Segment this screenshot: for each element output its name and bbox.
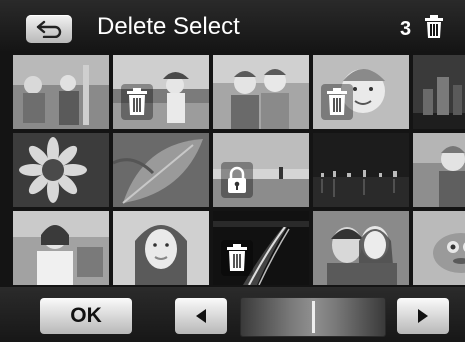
selected-count: 3 [400, 18, 412, 40]
photo-thumbnail[interactable] [13, 133, 109, 207]
thumbnail-grid [13, 55, 465, 285]
trash-icon [121, 84, 153, 120]
photo-image [113, 211, 209, 285]
photo-image [313, 211, 409, 285]
photo-image [413, 211, 465, 285]
next-page-button[interactable] [397, 298, 449, 334]
photo-thumbnail[interactable] [313, 133, 409, 207]
left-arrow-icon [196, 309, 206, 323]
trash-icon [321, 84, 353, 120]
photo-thumbnail[interactable] [413, 55, 465, 129]
photo-image [413, 55, 465, 129]
photo-image [313, 133, 409, 207]
photo-thumbnail[interactable] [13, 55, 109, 129]
photo-image [113, 133, 209, 207]
photo-thumbnail[interactable] [413, 211, 465, 285]
delete-select-screen: Delete Select 3 OK [0, 0, 465, 342]
photo-thumbnail[interactable] [13, 211, 109, 285]
lock-icon [221, 162, 253, 198]
photo-thumbnail[interactable] [113, 133, 209, 207]
return-arrow-icon [36, 20, 62, 38]
photo-thumbnail[interactable] [213, 133, 309, 207]
header-bar: Delete Select 3 [0, 0, 465, 53]
photo-thumbnail[interactable] [113, 211, 209, 285]
photo-thumbnail[interactable] [213, 211, 309, 285]
trash-icon [221, 240, 253, 276]
photo-thumbnail[interactable] [113, 55, 209, 129]
photo-thumbnail[interactable] [313, 55, 409, 129]
photo-image [13, 55, 109, 129]
photo-thumbnail[interactable] [213, 55, 309, 129]
page-title: Delete Select [97, 13, 240, 40]
photo-thumbnail[interactable] [413, 133, 465, 207]
right-arrow-icon [418, 309, 428, 323]
photo-thumbnail[interactable] [313, 211, 409, 285]
back-button[interactable] [26, 15, 72, 43]
photo-image [213, 55, 309, 129]
photo-image [13, 211, 109, 285]
photo-image [13, 133, 109, 207]
page-scrollbar[interactable] [240, 297, 386, 337]
scroll-thumb[interactable] [312, 301, 315, 333]
prev-page-button[interactable] [175, 298, 227, 334]
photo-image [413, 133, 465, 207]
trash-icon [425, 15, 443, 38]
ok-button[interactable]: OK [40, 298, 132, 334]
